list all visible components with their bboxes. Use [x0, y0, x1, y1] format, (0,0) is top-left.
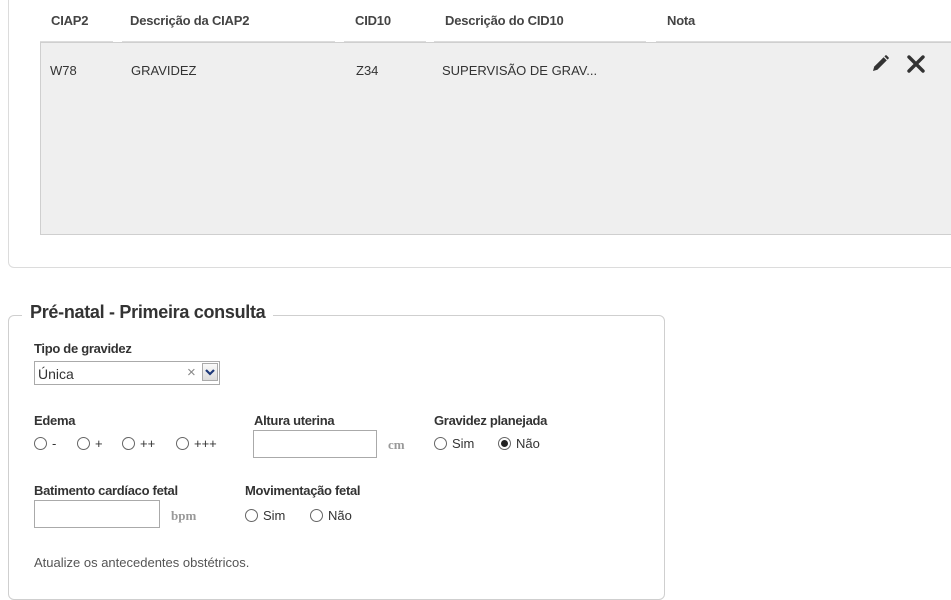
gravidez-planejada-option-label: Não	[516, 436, 540, 451]
tipo-gravidez-select[interactable]: Única ×	[34, 361, 220, 385]
cell-desc-cid10: SUPERVISÃO DE GRAV...	[442, 63, 598, 78]
tipo-gravidez-label: Tipo de gravidez	[34, 341, 132, 356]
cell-desc-ciap2: GRAVIDEZ	[131, 63, 197, 78]
edema-radio-plus[interactable]	[77, 437, 90, 450]
column-header-ciap2[interactable]: CIAP2	[51, 13, 88, 28]
movimentacao-radio-nao[interactable]	[310, 509, 323, 522]
close-icon[interactable]	[907, 55, 925, 78]
gravidez-planejada-radio-nao[interactable]	[498, 437, 511, 450]
antecedentes-hint: Atualize os antecedentes obstétricos.	[34, 555, 250, 570]
column-header-desc-cid10[interactable]: Descrição do CID10	[445, 13, 564, 28]
chevron-down-icon[interactable]	[202, 363, 218, 381]
cell-cid10: Z34	[356, 63, 379, 78]
movimentacao-radio-sim[interactable]	[245, 509, 258, 522]
problems-grid-body: W78 GRAVIDEZ Z34 SUPERVISÃO DE GRAV...	[40, 42, 951, 235]
gravidez-planejada-option-label: Sim	[452, 436, 475, 451]
prenatal-title: Pré-natal - Primeira consulta	[22, 302, 274, 323]
altura-uterina-label: Altura uterina	[254, 413, 335, 428]
movimentacao-option-label: Não	[328, 508, 352, 523]
edema-radio-plus3[interactable]	[176, 437, 189, 450]
edema-label: Edema	[34, 413, 76, 428]
batimento-label: Batimento cardíaco fetal	[34, 483, 178, 498]
edema-option-label: +	[95, 436, 103, 451]
batimento-unit: bpm	[171, 508, 197, 523]
clear-icon[interactable]: ×	[187, 364, 196, 381]
column-header-nota[interactable]: Nota	[667, 13, 695, 28]
tipo-gravidez-value: Única	[38, 366, 74, 382]
gravidez-planejada-label: Gravidez planejada	[434, 413, 548, 428]
column-header-desc-ciap2[interactable]: Descrição da CIAP2	[130, 13, 249, 28]
altura-uterina-input[interactable]	[253, 430, 377, 458]
gravidez-planejada-radio-sim[interactable]	[434, 437, 447, 450]
edema-radio-none[interactable]	[34, 437, 47, 450]
edema-option-label: -	[52, 436, 57, 451]
movimentacao-label: Movimentação fetal	[245, 483, 361, 498]
edema-option-label: +++	[194, 436, 217, 451]
movimentacao-option-label: Sim	[263, 508, 286, 523]
cell-ciap2: W78	[50, 63, 77, 78]
batimento-input[interactable]	[34, 500, 160, 528]
altura-uterina-unit: cm	[388, 437, 405, 452]
edema-option-label: ++	[140, 436, 156, 451]
edema-radio-plus2[interactable]	[122, 437, 135, 450]
column-header-cid10[interactable]: CID10	[355, 13, 391, 28]
pencil-icon[interactable]	[870, 54, 890, 79]
